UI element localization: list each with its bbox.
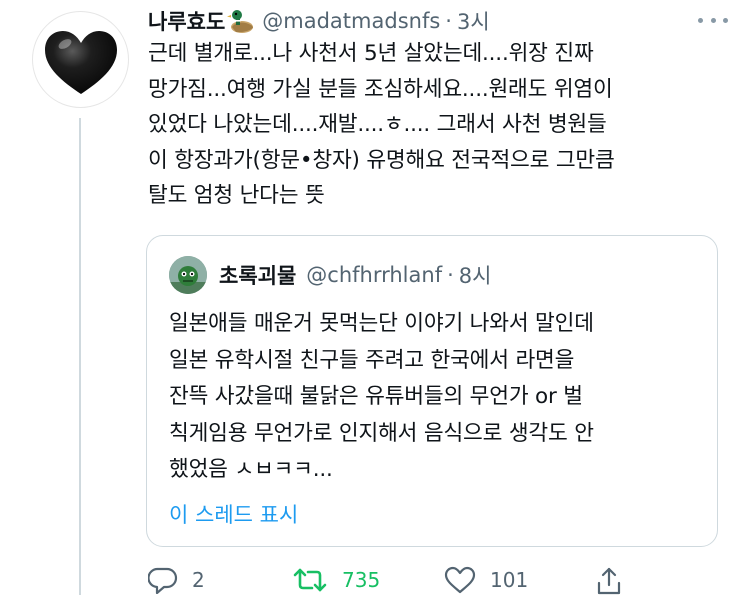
quoted-text-line: 했었음 ㅅㅂㅋㅋ... xyxy=(169,457,333,482)
reply-count: 2 xyxy=(192,568,205,592)
quoted-timestamp[interactable]: 8시 xyxy=(459,260,492,290)
timestamp[interactable]: 3시 xyxy=(457,6,490,36)
quoted-text-line: 일본애들 매운거 못먹는단 이야기 나와서 말인데 xyxy=(169,311,594,336)
share-button[interactable] xyxy=(594,565,624,595)
retweet-count: 735 xyxy=(342,568,381,592)
heart-icon xyxy=(444,566,476,594)
quoted-text: 일본애들 매운거 못먹는단 이야기 나와서 말인데 일본 유학시절 친구들 주려… xyxy=(169,306,594,489)
reply-button[interactable]: 2 xyxy=(148,565,205,595)
share-icon xyxy=(597,567,621,595)
quoted-tweet-card[interactable]: 초록괴물 @chfhrrhlanf · 8시 일본애들 매운거 못먹는단 이야기… xyxy=(146,235,718,547)
tweet-text-line: 망가짐...여행 가실 분들 조심하세요....원래도 위염이 xyxy=(148,76,613,102)
retweet-icon xyxy=(293,568,327,592)
user-handle[interactable]: @madatmadsnfs xyxy=(262,9,440,33)
black-heart-image xyxy=(45,31,117,94)
like-count: 101 xyxy=(490,568,529,592)
quoted-text-line: 칙게임용 무언가로 인지해서 음식으로 생각도 안 xyxy=(169,420,594,446)
separator-dot: · xyxy=(447,263,454,287)
tweet-text-line: 근데 별개로...나 사천서 5년 살았는데....위장 진짜 xyxy=(148,41,594,66)
tweet-text-line: 이 항장과가(항문•창자) 유명해요 전국적으로 그만큼 xyxy=(148,147,615,173)
more-options-icon[interactable] xyxy=(698,8,728,32)
avatar[interactable] xyxy=(32,11,129,108)
reply-icon xyxy=(148,567,178,594)
like-button[interactable]: 101 xyxy=(444,565,528,595)
green-monster-image xyxy=(169,256,207,294)
display-name[interactable]: 나루효도 xyxy=(148,6,225,36)
quoted-text-line: 일본 유학시절 친구들 주려고 한국에서 라면을 xyxy=(169,347,575,373)
quoted-header: 초록괴물 @chfhrrhlanf · 8시 xyxy=(219,258,491,292)
tweet-text: 근데 별개로...나 사천서 5년 살았는데....위장 진짜 망가짐...여행… xyxy=(148,36,738,214)
action-bar: 2 735 101 xyxy=(148,565,748,595)
quoted-avatar[interactable] xyxy=(169,256,207,294)
show-thread-link[interactable]: 이 스레드 표시 xyxy=(169,499,298,529)
tweet-text-line: 탈도 엄청 난다는 뜻 xyxy=(148,183,325,209)
tweet-header: 나루효도 @madatmadsnfs · 3시 xyxy=(148,3,490,39)
quoted-display-name[interactable]: 초록괴물 xyxy=(219,260,296,290)
tweet-text-line: 있었다 나았는데....재발....ㅎ.... 그래서 사천 병원들 xyxy=(148,112,607,138)
duck-icon xyxy=(227,10,254,33)
retweet-button[interactable]: 735 xyxy=(292,565,380,595)
separator-dot: · xyxy=(445,9,452,33)
quoted-text-line: 잔뜩 사갔을때 불닭은 유튜버들의 무언가 or 벌 xyxy=(169,384,583,409)
quoted-handle[interactable]: @chfhrrhlanf xyxy=(306,263,442,287)
thread-line xyxy=(79,118,81,595)
